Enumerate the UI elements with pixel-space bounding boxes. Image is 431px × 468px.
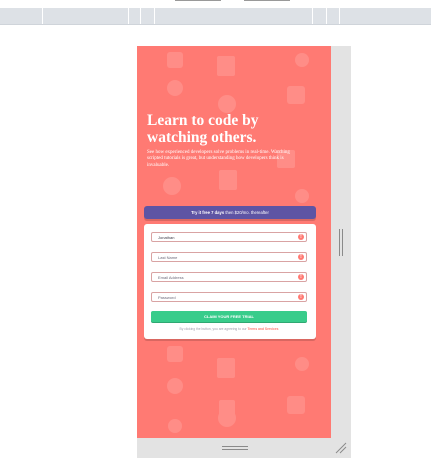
resize-handle-icon[interactable] [339, 229, 343, 256]
claim-free-trial-button[interactable]: CLAIM YOUR FREE TRIAL [151, 311, 307, 322]
email-input[interactable] [152, 273, 298, 281]
last-name-field[interactable]: ! [151, 252, 307, 262]
error-icon: ! [298, 274, 304, 280]
page-viewport: Learn to code by watching others. See ho… [137, 46, 331, 438]
browser-top-strip [0, 0, 431, 8]
trial-banner-bold: Try it free 7 days [191, 210, 225, 215]
error-icon: ! [298, 234, 304, 240]
first-name-field[interactable]: ! [151, 232, 307, 242]
error-icon: ! [298, 254, 304, 260]
hero-description: See how experienced developers solve pro… [147, 150, 290, 168]
resize-handle-icon[interactable] [222, 446, 248, 450]
email-field[interactable]: ! [151, 272, 307, 282]
tab-indicator[interactable] [175, 0, 221, 1]
password-field[interactable]: ! [151, 292, 307, 302]
signup-form-card: ! ! ! ! CLAIM YOUR FREE TRIAL By clickin… [144, 224, 316, 339]
trial-banner-text: then $20/mo. thereafter [225, 210, 269, 215]
corner-resize-icon[interactable] [334, 441, 348, 455]
terms-link[interactable]: Terms and Services [248, 327, 279, 331]
trial-banner: Try it free 7 days then $20/mo. thereaft… [144, 206, 316, 219]
first-name-input[interactable] [152, 233, 298, 241]
terms-prefix: By clicking the button, you are agreeing… [179, 327, 247, 331]
responsive-ruler-bar[interactable] [0, 8, 431, 25]
hero-title: Learn to code by watching others. [147, 112, 259, 146]
password-input[interactable] [152, 293, 298, 301]
terms-text: By clicking the button, you are agreeing… [151, 327, 307, 331]
tab-indicator[interactable] [244, 0, 290, 1]
error-icon: ! [298, 294, 304, 300]
last-name-input[interactable] [152, 253, 298, 261]
